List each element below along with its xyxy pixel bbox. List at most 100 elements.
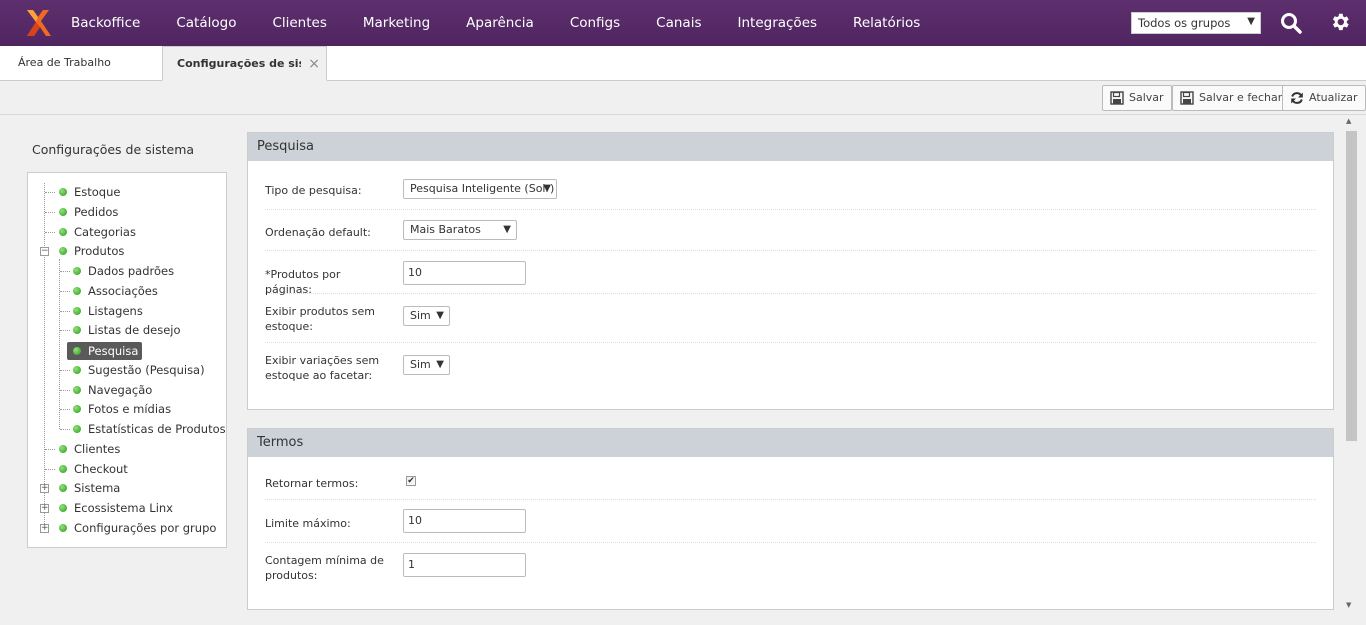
scroll-up-icon[interactable]: ▲ xyxy=(1346,117,1351,125)
tree-guide xyxy=(59,259,60,429)
chevron-down-icon: ▼ xyxy=(436,310,444,321)
contagem-minima-input[interactable]: 1 xyxy=(403,553,526,577)
nav-configs[interactable]: Configs xyxy=(552,0,638,46)
search-icon[interactable] xyxy=(1280,12,1302,34)
tree-item-clientes[interactable]: Clientes xyxy=(59,440,120,458)
exibir-variacoes-label: Exibir variações sem estoque ao facetar: xyxy=(265,354,380,382)
content-scrollbar[interactable]: ▲ ▼ xyxy=(1345,117,1358,613)
tree-connector xyxy=(60,370,70,371)
tree-item-pedidos[interactable]: Pedidos xyxy=(59,203,118,221)
tree-item-categorias[interactable]: Categorias xyxy=(59,223,136,241)
tab-configuracoes-de-sistema[interactable]: Configurações de sistema × xyxy=(162,46,327,81)
tree-guide xyxy=(44,183,45,528)
retornar-termos-label: Retornar termos: xyxy=(265,477,359,490)
tree-item-navegacao[interactable]: Navegação xyxy=(73,381,152,399)
tree-item-listas-de-desejo[interactable]: Listas de desejo xyxy=(73,321,181,339)
tree-item-configuracoes-por-grupo[interactable]: Configurações por grupo xyxy=(59,519,216,537)
save-and-close-button[interactable]: Salvar e fechar xyxy=(1172,85,1291,111)
settings-tree: Estoque Pedidos Categorias − Produtos Da… xyxy=(27,172,227,548)
tree-item-estoque[interactable]: Estoque xyxy=(59,183,120,201)
tree-item-sistema[interactable]: Sistema xyxy=(59,479,120,497)
status-dot-icon xyxy=(59,228,67,236)
tree-item-associacoes[interactable]: Associações xyxy=(73,282,158,300)
expand-icon[interactable]: + xyxy=(40,524,49,533)
tab-area-de-trabalho[interactable]: Área de Trabalho xyxy=(18,46,111,81)
status-dot-icon xyxy=(73,405,81,413)
tree-connector xyxy=(60,429,70,430)
pesquisa-panel-title: Pesquisa xyxy=(248,133,1333,161)
chevron-down-icon: ▼ xyxy=(436,359,444,370)
nav-relatorios[interactable]: Relatórios xyxy=(835,0,938,46)
limite-maximo-input[interactable]: 10 xyxy=(403,509,526,533)
tree-item-produtos[interactable]: Produtos xyxy=(59,242,124,260)
ordenacao-select[interactable]: Mais Baratos ▼ xyxy=(403,220,517,240)
status-dot-icon xyxy=(73,287,81,295)
tree-item-pesquisa[interactable]: Pesquisa xyxy=(67,342,143,360)
status-dot-icon xyxy=(59,504,67,512)
close-icon[interactable]: × xyxy=(308,47,320,80)
tree-connector xyxy=(45,232,55,233)
tree-item-fotos-e-midias[interactable]: Fotos e mídias xyxy=(73,400,171,418)
tree-connector xyxy=(60,311,70,312)
collapse-icon[interactable]: − xyxy=(40,247,49,256)
tree-item-estatisticas-de-produtos[interactable]: Estatísticas de Produtos xyxy=(73,420,226,438)
save-label: Salvar xyxy=(1129,91,1164,104)
gear-icon[interactable] xyxy=(1329,11,1351,33)
tree-connector xyxy=(45,469,55,470)
chevron-down-icon: ▼ xyxy=(1247,16,1255,27)
contagem-minima-label: Contagem mínima de produtos: xyxy=(265,554,384,582)
save-button[interactable]: Salvar xyxy=(1102,85,1172,111)
status-dot-icon xyxy=(73,366,81,374)
exibir-sem-estoque-select[interactable]: Sim ▼ xyxy=(403,306,450,326)
group-select-value: Todos os grupos xyxy=(1138,16,1231,30)
status-dot-icon xyxy=(73,386,81,394)
ordenacao-value: Mais Baratos xyxy=(410,223,481,236)
limite-maximo-label: Limite máximo: xyxy=(265,517,351,530)
tree-item-checkout[interactable]: Checkout xyxy=(59,460,128,478)
retornar-termos-checkbox[interactable]: ✔ xyxy=(406,476,416,486)
tree-connector xyxy=(60,271,70,272)
save-close-label: Salvar e fechar xyxy=(1199,91,1283,104)
scroll-thumb[interactable] xyxy=(1346,131,1357,441)
tree-connector xyxy=(45,212,55,213)
status-dot-icon xyxy=(73,326,81,334)
tree-item-dados-padroes[interactable]: Dados padrões xyxy=(73,262,174,280)
scroll-down-icon[interactable]: ▼ xyxy=(1346,601,1351,609)
exibir-variacoes-select[interactable]: Sim ▼ xyxy=(403,355,450,375)
tree-item-listagens[interactable]: Listagens xyxy=(73,302,143,320)
nav-marketing[interactable]: Marketing xyxy=(345,0,448,46)
tab-label: Configurações de sistema xyxy=(177,57,301,70)
nav-catalogo[interactable]: Catálogo xyxy=(158,0,254,46)
nav-canais[interactable]: Canais xyxy=(638,0,719,46)
tree-item-ecossistema-linx[interactable]: Ecossistema Linx xyxy=(59,499,173,517)
action-toolbar: Salvar Salvar e fechar Atualizar xyxy=(0,81,1366,115)
tipo-pesquisa-value: Pesquisa Inteligente (Solr) xyxy=(410,182,555,195)
document-tabs: Área de Trabalho Configurações de sistem… xyxy=(0,46,1366,81)
nav-integracoes[interactable]: Integrações xyxy=(719,0,835,46)
field-row-contagem-minima: Contagem mínima de produtos: 1 xyxy=(265,543,1316,593)
produtos-por-pagina-input[interactable]: 10 xyxy=(403,261,526,285)
nav-clientes[interactable]: Clientes xyxy=(254,0,344,46)
nav-aparencia[interactable]: Aparência xyxy=(448,0,552,46)
expand-icon[interactable]: + xyxy=(40,484,49,493)
produtos-por-pagina-label: *Produtos por páginas: xyxy=(265,268,341,296)
nav-backoffice[interactable]: Backoffice xyxy=(66,0,158,46)
linx-logo-icon[interactable] xyxy=(10,0,66,46)
termos-panel: Termos Retornar termos: ✔ Limite máximo:… xyxy=(247,428,1334,610)
tipo-pesquisa-select[interactable]: Pesquisa Inteligente (Solr) ▼ xyxy=(403,179,557,199)
refresh-button[interactable]: Atualizar xyxy=(1282,85,1366,111)
exibir-sem-estoque-label: Exibir produtos sem estoque: xyxy=(265,305,376,333)
sidebar-title: Configurações de sistema xyxy=(32,142,195,157)
status-dot-icon xyxy=(73,347,81,355)
expand-icon[interactable]: + xyxy=(40,504,49,513)
tree-item-sugestao-pesquisa[interactable]: Sugestão (Pesquisa) xyxy=(73,361,205,379)
tree-connector xyxy=(45,192,55,193)
field-row-limite-maximo: Limite máximo: 10 xyxy=(265,500,1316,543)
tree-connector xyxy=(60,390,70,391)
tree-connector xyxy=(60,291,70,292)
status-dot-icon xyxy=(59,247,67,255)
status-dot-icon xyxy=(59,445,67,453)
status-dot-icon xyxy=(59,465,67,473)
termos-panel-title: Termos xyxy=(248,429,1333,457)
group-select[interactable]: Todos os grupos ▼ xyxy=(1131,12,1261,34)
